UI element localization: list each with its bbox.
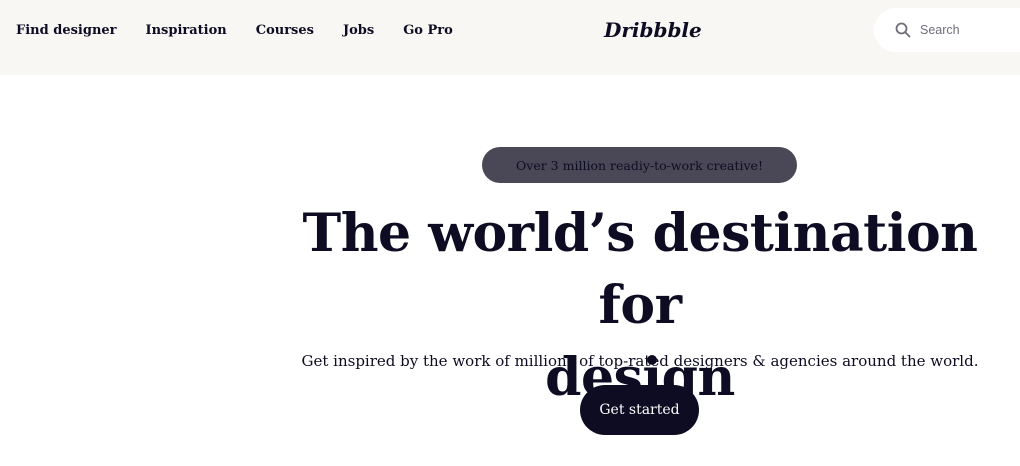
headline-line-1: The world’s destination for <box>302 203 978 336</box>
nav-courses[interactable]: Courses <box>256 22 314 40</box>
main-nav: Find designer Inspiration Courses Jobs G… <box>16 22 482 40</box>
search-input[interactable] <box>920 23 1020 37</box>
hero-badge: Over 3 million readiy-to-work creative! <box>482 147 797 183</box>
search-icon <box>894 21 912 39</box>
hero-headline: The world’s destination for design <box>270 198 1010 414</box>
search-box[interactable] <box>874 8 1020 52</box>
nav-go-pro[interactable]: Go Pro <box>403 22 453 40</box>
nav-find-designer[interactable]: Find designer <box>16 22 117 40</box>
nav-jobs[interactable]: Jobs <box>343 22 374 40</box>
nav-inspiration[interactable]: Inspiration <box>146 22 227 40</box>
get-started-button[interactable]: Get started <box>580 385 699 435</box>
dribbble-logo[interactable]: Dribbble <box>604 16 702 44</box>
site-header: Find designer Inspiration Courses Jobs G… <box>0 0 1020 75</box>
hero-subtitle: Get inspired by the work of millions of … <box>301 352 979 370</box>
